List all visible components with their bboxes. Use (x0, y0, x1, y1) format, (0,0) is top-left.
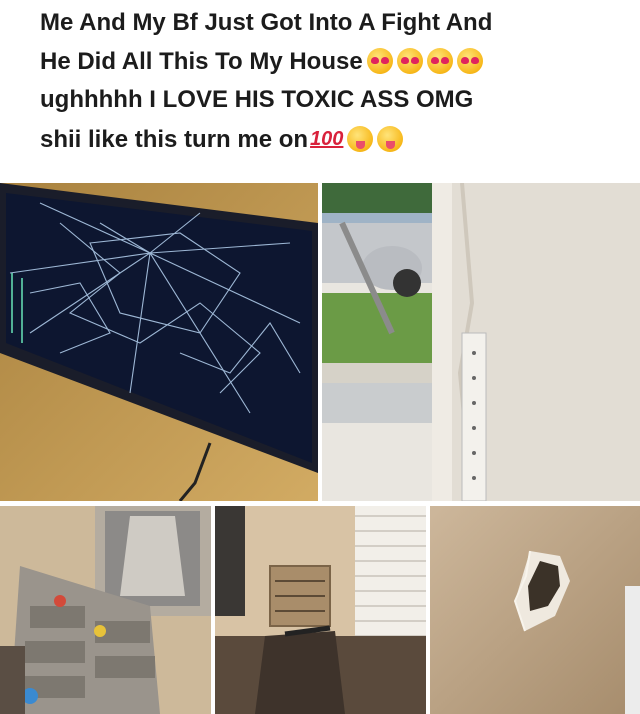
photo-damaged-dresser[interactable] (0, 506, 211, 714)
photo-broken-vent-and-blinds[interactable] (215, 506, 426, 714)
heart-eyes-emoji-icon (426, 47, 453, 74)
caption-line-1: Me And My Bf Just Got Into A Fight And (40, 9, 493, 36)
caption-line-3: ughhhhh I LOVE HIS TOXIC ASS OMG (40, 86, 474, 113)
photo-broken-door-frame[interactable] (322, 183, 640, 501)
tongue-emoji-icon (347, 125, 374, 152)
caption-line-2-text: He Did All This To My House (40, 47, 363, 75)
caption-line-4-text: shii like this turn me on (40, 125, 309, 153)
photo-broken-tv[interactable] (0, 183, 318, 501)
caption-line-2: He Did All This To My House (40, 43, 600, 82)
heart-eyes-emoji-icon (396, 47, 423, 74)
heart-eyes-emoji-icon (456, 47, 483, 74)
post-caption: Me And My Bf Just Got Into A Fight And H… (40, 4, 600, 159)
photo-hole-in-wall[interactable] (430, 506, 640, 714)
heart-eyes-emoji-icon (366, 47, 393, 74)
caption-line-4: shii like this turn me on 100 (40, 120, 600, 160)
hundred-points-emoji-icon: 100 (310, 127, 344, 150)
tongue-emoji-icon (377, 125, 404, 152)
